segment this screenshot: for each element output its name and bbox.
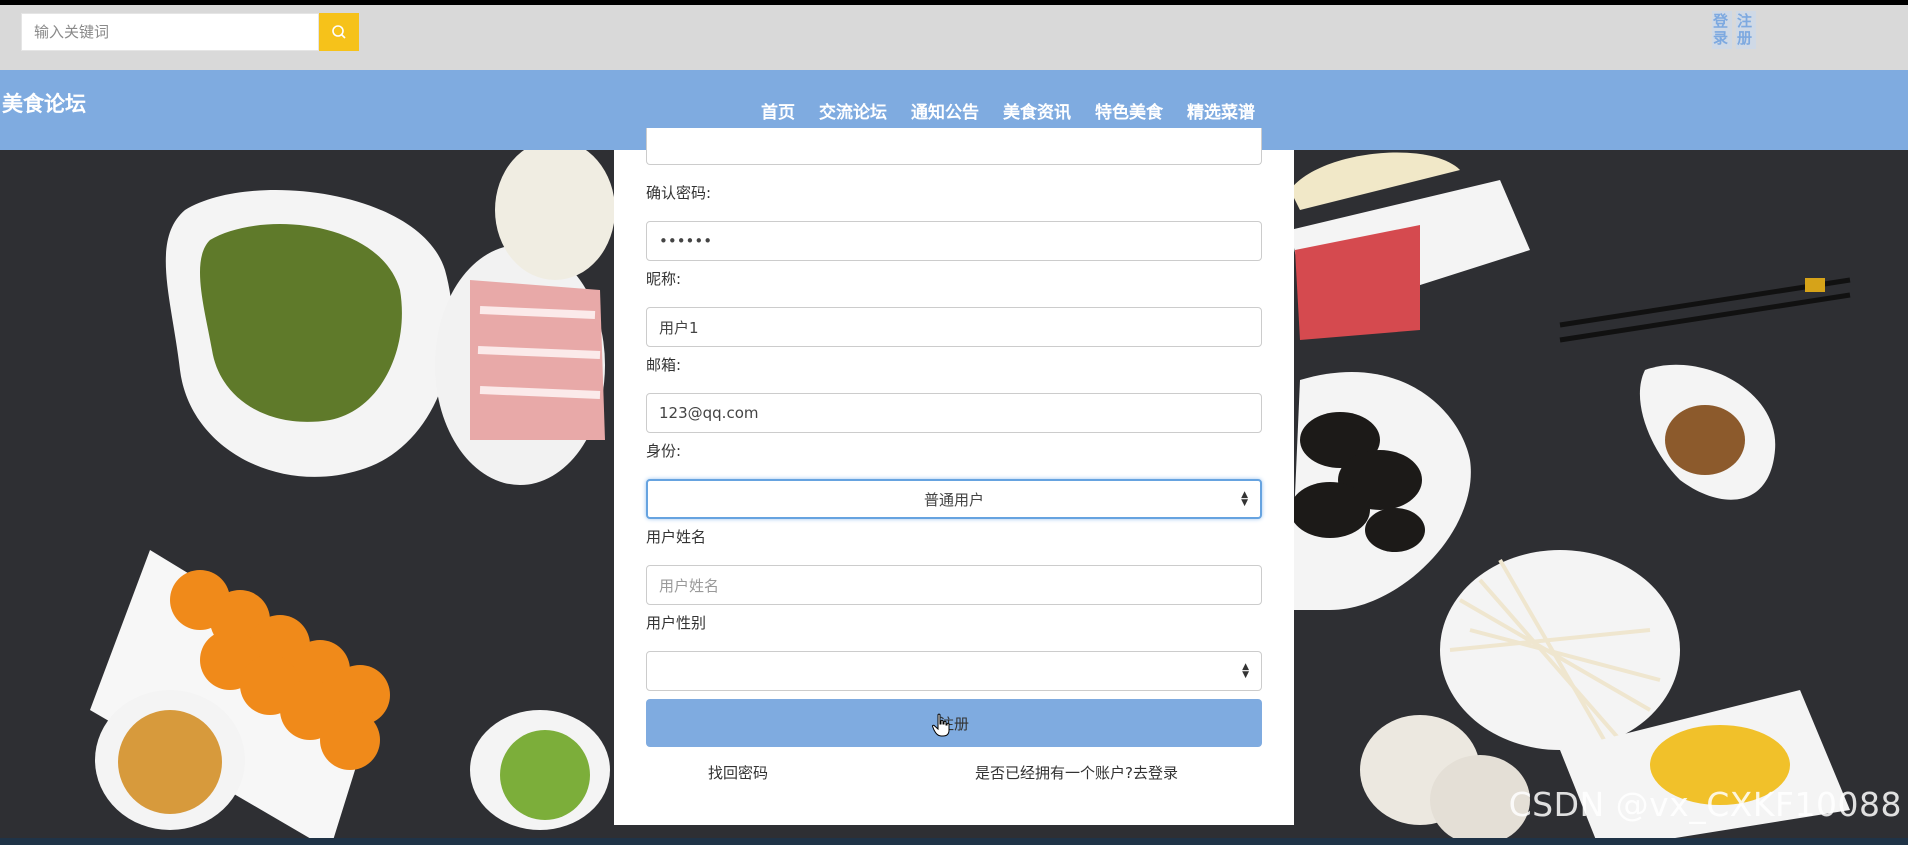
gender-field: 用户性别 ▲ ▼	[646, 612, 1262, 691]
top-bar: 登录 注册	[0, 5, 1908, 70]
gender-label: 用户性别	[646, 614, 707, 632]
nav-item-notices[interactable]: 通知公告	[911, 98, 979, 123]
email-label: 邮箱:	[646, 356, 682, 374]
nickname-label: 昵称:	[646, 270, 682, 288]
nickname-input[interactable]: 用户1	[646, 307, 1262, 347]
realname-field: 用户姓名 用户姓名	[646, 526, 1262, 605]
csdn-watermark: CSDN @vx_CXKF10088	[1508, 785, 1902, 824]
select-arrows-icon: ▲ ▼	[1241, 490, 1248, 508]
go-login-link[interactable]: 是否已经拥有一个账户?去登录	[975, 762, 1178, 783]
confirm-password-label: 确认密码:	[646, 184, 712, 202]
site-brand[interactable]: 美食论坛	[2, 88, 86, 118]
search-input[interactable]	[21, 13, 319, 51]
nav-menu: 首页 交流论坛 通知公告 美食资讯 特色美食 精选菜谱	[761, 98, 1255, 123]
role-field: 身份: 普通用户 ▲ ▼	[646, 440, 1262, 519]
email-input[interactable]: 123@qq.com	[646, 393, 1262, 433]
search-box	[21, 13, 359, 51]
role-select[interactable]: 普通用户 ▲ ▼	[646, 479, 1262, 519]
select-arrows-icon: ▲ ▼	[1242, 662, 1249, 680]
login-link[interactable]: 登录	[1711, 11, 1732, 49]
nickname-field: 昵称: 用户1	[646, 268, 1262, 347]
email-field: 邮箱: 123@qq.com	[646, 354, 1262, 433]
confirm-password-field: 确认密码: ••••••	[646, 182, 1262, 261]
register-link[interactable]: 注册	[1735, 11, 1756, 49]
nav-item-news[interactable]: 美食资讯	[1003, 98, 1071, 123]
hand-cursor-icon	[932, 713, 950, 737]
register-form-panel: 确认密码: •••••• 昵称: 用户1 邮箱: 123@qq.com 身份: …	[614, 128, 1294, 825]
realname-input[interactable]: 用户姓名	[646, 565, 1262, 605]
role-label: 身份:	[646, 442, 682, 460]
search-button[interactable]	[319, 13, 359, 51]
nav-item-specialty[interactable]: 特色美食	[1095, 98, 1163, 123]
search-icon	[332, 25, 346, 39]
password-input[interactable]	[646, 128, 1262, 165]
forgot-password-link[interactable]: 找回密码	[708, 762, 768, 783]
nav-item-home[interactable]: 首页	[761, 98, 795, 123]
realname-label: 用户姓名	[646, 528, 707, 546]
bottom-edge	[0, 838, 1908, 845]
auth-links: 登录 注册	[1711, 11, 1756, 49]
register-submit-button[interactable]: 注册	[646, 699, 1262, 747]
nav-item-recipes[interactable]: 精选菜谱	[1187, 98, 1255, 123]
role-select-value: 普通用户	[923, 490, 984, 509]
nav-item-forum[interactable]: 交流论坛	[819, 98, 887, 123]
confirm-password-input[interactable]: ••••••	[646, 221, 1262, 261]
password-field-partial	[646, 128, 1262, 165]
gender-select[interactable]: ▲ ▼	[646, 651, 1262, 691]
